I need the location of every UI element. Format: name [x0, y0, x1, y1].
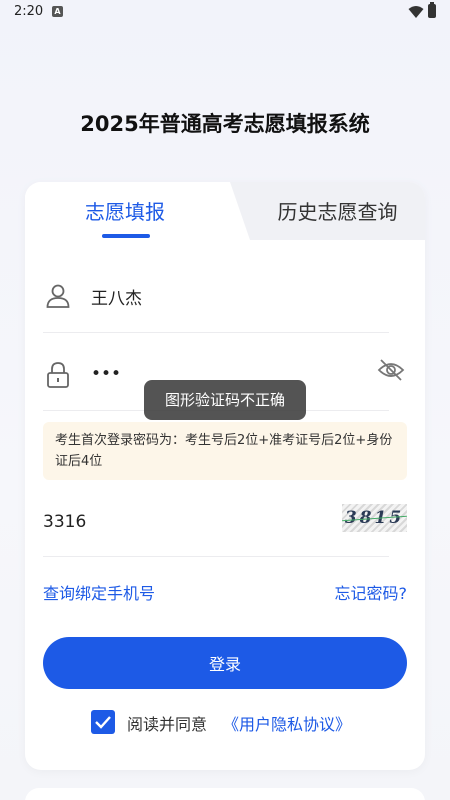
bind-phone-link[interactable]: 查询绑定手机号: [43, 580, 155, 604]
captcha-image[interactable]: 3815: [342, 504, 407, 532]
username-row: [43, 266, 389, 326]
password-hint: 考生首次登录密码为：考生号后2位+准考证号后2位+身份证后4位: [43, 422, 407, 480]
error-toast: 图形验证码不正确: [144, 380, 306, 420]
user-icon: [46, 284, 70, 308]
wifi-icon: [408, 6, 424, 18]
lock-icon: [47, 362, 69, 388]
agreement-checkbox[interactable]: [91, 710, 115, 734]
tab-history-query[interactable]: 历史志愿查询: [250, 196, 425, 225]
tab-apply[interactable]: 志愿填报: [25, 196, 225, 225]
bottom-card: [25, 788, 425, 800]
notification-icon: A: [52, 6, 63, 17]
battery-icon: [428, 2, 436, 18]
page-title: 2025年普通高考志愿填报系统: [80, 112, 370, 136]
check-icon: [95, 716, 111, 729]
tab-active-indicator: [102, 234, 150, 238]
status-bar: 2:20 A: [0, 0, 450, 24]
privacy-policy-link[interactable]: 《用户隐私协议》: [223, 711, 351, 735]
login-button[interactable]: 登录: [43, 637, 407, 689]
username-divider: [43, 332, 389, 333]
login-card: 志愿填报 历史志愿查询 考生首次登录密码为：考生号后2位+准考证号后2位+身份证…: [25, 182, 425, 770]
forgot-password-link[interactable]: 忘记密码?: [335, 580, 408, 604]
captcha-divider: [43, 556, 389, 557]
status-time: 2:20: [14, 4, 44, 19]
username-input[interactable]: [91, 280, 351, 312]
eye-off-icon[interactable]: [377, 356, 405, 384]
captcha-input[interactable]: [43, 506, 293, 538]
agreement-text: 阅读并同意: [127, 715, 208, 734]
